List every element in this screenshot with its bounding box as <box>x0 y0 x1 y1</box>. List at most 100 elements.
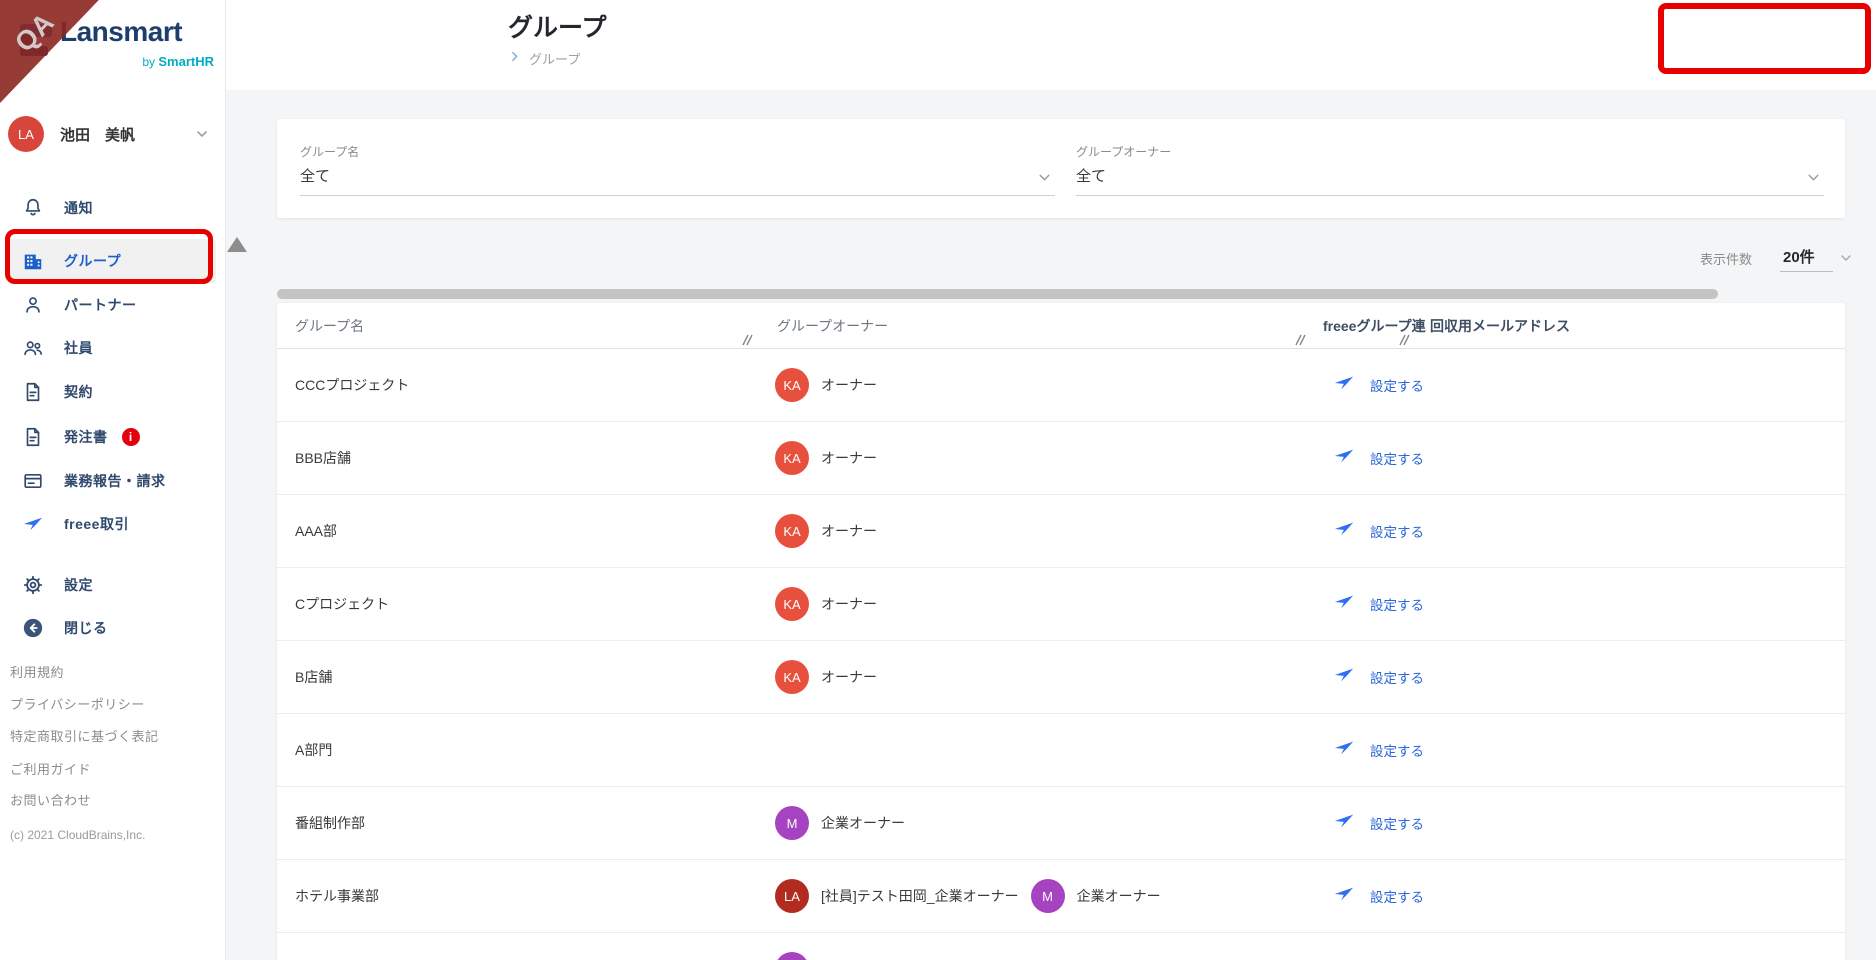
freee-setup-link[interactable]: 設定する <box>1370 375 1424 395</box>
freee-swallow-icon <box>1333 664 1355 691</box>
owner-avatar: M <box>1030 879 1065 913</box>
group-owner-cell: KA オーナー <box>752 514 1305 548</box>
freee-setup-link[interactable]: 設定する <box>1370 448 1424 468</box>
column-resize-grip-icon[interactable] <box>1293 333 1307 347</box>
freee-setup-link[interactable]: 設定する <box>1370 740 1424 760</box>
freee-setup-link[interactable]: 設定する <box>1370 886 1424 906</box>
footer-link[interactable]: ご利用ガイド <box>10 759 91 778</box>
group-name-select[interactable]: グループ名 全て <box>300 143 1055 199</box>
freee-setup-link[interactable]: 設定する <box>1370 813 1424 833</box>
group-name-select-label: グループ名 <box>300 145 360 159</box>
group-owner-select-label: グループオーナー <box>1076 145 1172 159</box>
group-owner-cell: KA オーナー <box>752 441 1305 475</box>
sidebar-item-label: グループ <box>64 253 122 269</box>
page-title: グループ <box>508 14 607 42</box>
sidebar-item-partners[interactable]: パートナー <box>0 283 226 327</box>
sidebar-item-freee-transactions[interactable]: freee取引 <box>0 502 226 546</box>
column-header-freee-group: freeeグループ連 <box>1323 317 1426 334</box>
owner-avatar: KA <box>775 660 809 694</box>
group-name-cell: 番組制作部 <box>295 815 365 831</box>
freee-link-cell: 設定する <box>1305 883 1424 910</box>
group-owner-cell: M 企業オーナー <box>752 806 1305 840</box>
per-page-label: 表示件数 <box>1700 252 1753 267</box>
notification-badge: i <box>121 428 140 446</box>
column-resize-grip-icon[interactable] <box>1397 333 1411 347</box>
group-owner-select-value: 全て <box>1076 168 1107 185</box>
owner-avatar: KA <box>775 441 809 475</box>
group-name-cell: AAA部 <box>295 523 338 539</box>
freee-setup-link[interactable]: 設定する <box>1370 521 1424 541</box>
groups-table: グループ名 グループオーナー freeeグループ連 回収用メールアドレス CCC… <box>277 303 1845 960</box>
owner-avatar: KA <box>775 368 809 402</box>
breadcrumb[interactable]: グループ <box>508 49 580 68</box>
table-body: CCCプロジェクト KA オーナー 設定する BBB店舗 KA オーナー 設定する AAA部 KA… <box>277 349 1845 960</box>
bell-icon <box>22 197 44 219</box>
owner-avatar: LA <box>775 879 809 913</box>
freee-link-cell: 設定する <box>1305 810 1424 837</box>
footer-link[interactable]: お問い合わせ <box>10 790 91 809</box>
freee-link-cell: 設定する <box>1305 445 1424 472</box>
sidebar-item-groups[interactable]: グループ <box>8 239 216 283</box>
freee-swallow-icon <box>1333 445 1355 472</box>
collapse-triangle-icon[interactable] <box>227 237 247 252</box>
report-icon <box>22 470 44 492</box>
sidebar-item-label: 契約 <box>64 384 93 400</box>
group-owner-cell: LA [社員]テスト田岡_企業オーナー M 企業オーナー <box>752 879 1305 913</box>
freee-setup-link[interactable]: 設定する <box>1370 667 1424 687</box>
footer-link[interactable]: プライバシーポリシー <box>10 694 145 713</box>
freee-link-cell: 設定する <box>1305 591 1424 618</box>
sidebar-item-reports-billing[interactable]: 業務報告・請求 <box>0 459 226 503</box>
table-row: CCCプロジェクト KA オーナー 設定する <box>277 349 1845 422</box>
group-name-cell: B店舗 <box>295 669 333 685</box>
owner-name: [社員]テスト田岡_企業オーナー <box>821 888 1019 904</box>
sidebar-item-label: 閉じる <box>64 620 108 636</box>
people-icon <box>22 337 44 359</box>
freee-swallow-icon <box>1333 372 1355 399</box>
select-underline <box>300 195 1055 196</box>
freee-link-cell: 設定する <box>1305 737 1424 764</box>
sidebar-item-employees[interactable]: 社員 <box>0 326 226 370</box>
collapse-icon <box>22 617 44 639</box>
chevron-down-icon <box>1838 250 1854 271</box>
column-resize-grip-icon[interactable] <box>740 333 754 347</box>
freee-link-cell: 設定する <box>1305 956 1409 960</box>
group-owner-cell <box>752 952 1305 960</box>
per-page-select[interactable]: 20件 <box>1783 246 1815 267</box>
freee-link-cell: 設定する <box>1305 372 1424 399</box>
horizontal-scrollbar[interactable] <box>277 289 1718 299</box>
person-icon <box>22 294 44 316</box>
sidebar-item-purchase-orders[interactable]: 発注書 i <box>0 415 226 459</box>
owner-avatar: KA <box>775 587 809 621</box>
document-icon <box>22 426 44 448</box>
owner-name: 企業オーナー <box>1076 888 1161 904</box>
table-row: B店舗 KA オーナー 設定する <box>277 641 1845 714</box>
sidebar-item-label: パートナー <box>64 297 137 313</box>
footer-link[interactable]: 特定商取引に基づく表記 <box>10 726 159 745</box>
sidebar-item-contracts[interactable]: 契約 <box>0 370 226 414</box>
user-name: 池田 美帆 <box>60 126 136 144</box>
freee-setup-link[interactable]: 設定する <box>1370 594 1424 614</box>
footer-link[interactable]: 利用規約 <box>10 662 64 681</box>
freee-swallow-icon <box>1333 737 1355 764</box>
owner-name: オーナー <box>821 450 877 466</box>
freee-swallow-icon <box>1333 518 1355 545</box>
group-owner-cell: KA オーナー <box>752 587 1305 621</box>
sidebar-item-notifications[interactable]: 通知 <box>0 186 226 230</box>
column-header-collection-email: 回収用メールアドレス <box>1430 317 1570 334</box>
user-avatar: LA <box>8 116 44 152</box>
sidebar-item-label: 業務報告・請求 <box>64 473 166 489</box>
sidebar-item-label: 通知 <box>64 200 93 216</box>
building-icon <box>22 250 44 272</box>
group-name-cell: Cプロジェクト <box>295 596 390 612</box>
owner-name: 企業オーナー <box>821 815 905 831</box>
owner-name: オーナー <box>821 377 877 393</box>
group-name-cell: BBB店舗 <box>295 450 352 466</box>
user-menu[interactable]: LA 池田 美帆 <box>6 112 218 156</box>
freee-swallow-icon <box>1333 591 1355 618</box>
select-underline <box>1076 195 1824 196</box>
group-owner-select[interactable]: グループオーナー 全て <box>1076 143 1824 199</box>
sidebar-item-close[interactable]: 閉じる <box>0 606 226 650</box>
column-header-group-owner: グループオーナー <box>777 317 889 334</box>
page-header: グループ グループ グループを作成 <box>226 0 1876 90</box>
sidebar-item-settings[interactable]: 設定 <box>0 563 226 607</box>
